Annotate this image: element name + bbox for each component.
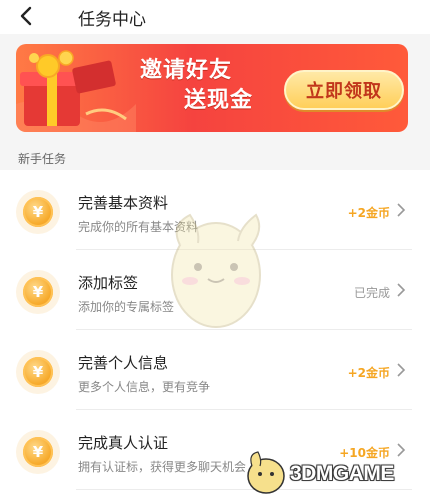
- task-item-real-person-verification[interactable]: ¥ 完成真人认证 拥有认证标，获得更多聊天机会 +10金币: [0, 410, 430, 490]
- banner-line-1: 邀请好友: [140, 58, 233, 83]
- task-description: 完成你的所有基本资料: [78, 220, 199, 234]
- coin-icon: ¥: [16, 270, 60, 314]
- chevron-right-icon: [397, 443, 406, 457]
- banner-line-2: 送现金: [184, 88, 254, 113]
- section-label: 新手任务: [18, 152, 67, 166]
- coin-icon: ¥: [16, 190, 60, 234]
- task-status-completed: 已完成: [353, 286, 390, 300]
- claim-now-button[interactable]: 立即领取: [284, 70, 404, 110]
- chevron-right-icon: [397, 283, 406, 297]
- chevron-right-icon: [397, 203, 406, 217]
- task-title: 完善基本资料: [78, 194, 169, 212]
- coin-icon: ¥: [16, 430, 60, 474]
- task-item-add-tags[interactable]: ¥ 添加标签 添加你的专属标签 已完成: [0, 250, 430, 330]
- coin-icon: ¥: [16, 350, 60, 394]
- task-reward: +10金币: [339, 446, 390, 460]
- task-list: ¥ 完善基本资料 完成你的所有基本资料 +2金币 ¥ 添加标签 添加你的专属标签…: [0, 170, 430, 499]
- task-item-complete-basic-profile[interactable]: ¥ 完善基本资料 完成你的所有基本资料 +2金币: [0, 170, 430, 250]
- task-reward: +2金币: [347, 366, 390, 380]
- task-description: 更多个人信息，更有竞争: [78, 380, 211, 394]
- task-title: 添加标签: [78, 274, 139, 292]
- task-item-complete-personal-info[interactable]: ¥ 完善个人信息 更多个人信息，更有竞争 +2金币: [0, 330, 430, 410]
- invite-banner[interactable]: 邀请好友 送现金 立即领取: [16, 44, 408, 132]
- task-title: 完善个人信息: [78, 354, 169, 372]
- page-title: 任务中心: [78, 10, 146, 30]
- task-description: 添加你的专属标签: [78, 300, 175, 314]
- task-reward: +2金币: [347, 206, 390, 220]
- back-button[interactable]: [12, 2, 40, 30]
- header-bar: 任务中心: [0, 0, 430, 34]
- back-arrow-icon: [20, 6, 32, 26]
- banner-headline: 邀请好友 送现金: [140, 56, 253, 116]
- chevron-right-icon: [397, 363, 406, 377]
- task-description: 拥有认证标，获得更多聊天机会: [78, 460, 247, 474]
- task-title: 完成真人认证: [78, 434, 169, 452]
- gift-box-illustration: [16, 50, 136, 132]
